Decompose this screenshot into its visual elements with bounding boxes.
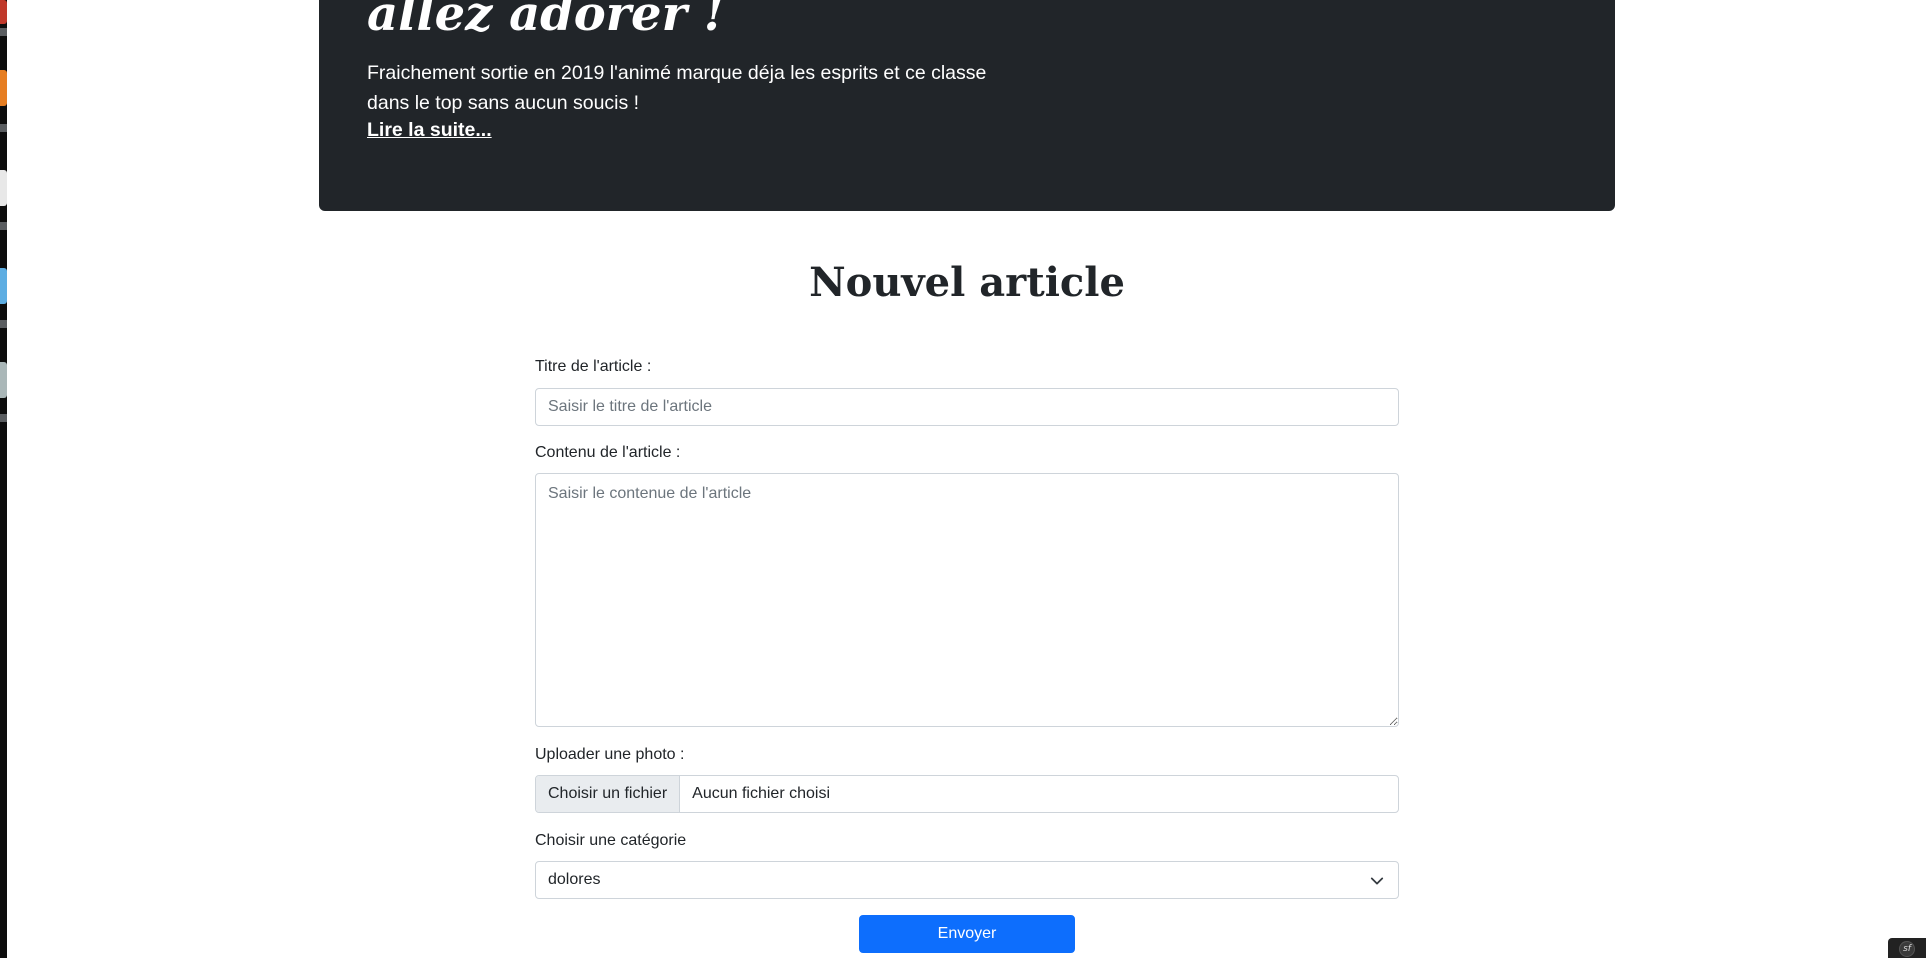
desktop-icon-label — [0, 124, 7, 132]
category-selected-value: dolores — [548, 871, 601, 888]
page-title: Nouvel article — [809, 259, 1125, 306]
hero-title: allez adorer ! — [367, 0, 725, 42]
debug-toolbar-toggle[interactable]: sf — [1888, 938, 1926, 958]
hero-lead-text: Fraichement sortie en 2019 l'animé marqu… — [367, 62, 987, 114]
desktop-icon-label — [0, 320, 7, 328]
choose-file-button[interactable]: Choisir un fichier — [536, 776, 681, 812]
photo-file-input[interactable]: Choisir un fichier Aucun fichier choisi — [535, 775, 1399, 813]
title-input[interactable] — [535, 388, 1399, 426]
content-textarea[interactable] — [535, 473, 1399, 727]
hero-banner: allez adorer ! Fraichement sortie en 201… — [319, 0, 1615, 211]
file-status-text: Aucun fichier choisi — [692, 785, 830, 802]
symfony-icon: sf — [1899, 941, 1915, 957]
desktop-icon-label — [0, 28, 7, 36]
read-more-link[interactable]: Lire la suite... — [367, 115, 492, 145]
submit-button[interactable]: Envoyer — [859, 915, 1075, 953]
category-label: Choisir une catégorie — [535, 832, 687, 849]
desktop-icon-label — [0, 222, 7, 230]
category-select[interactable]: dolores — [535, 861, 1399, 899]
chevron-down-icon — [1370, 877, 1384, 885]
photo-label: Uploader une photo : — [535, 746, 685, 763]
desktop-app-icon[interactable] — [0, 70, 7, 106]
title-label: Titre de l'article : — [535, 358, 652, 375]
desktop-app-icon[interactable] — [0, 170, 7, 206]
desktop-app-icon[interactable] — [0, 0, 7, 24]
desktop-icon-strip — [0, 0, 7, 958]
content-label: Contenu de l'article : — [535, 444, 681, 461]
desktop-icon-label — [0, 414, 7, 422]
desktop-app-icon[interactable] — [0, 362, 7, 398]
